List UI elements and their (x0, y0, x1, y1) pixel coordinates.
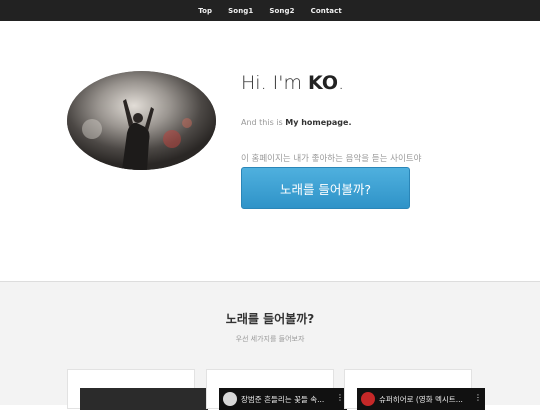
nav-link-top[interactable]: Top (190, 7, 220, 15)
nav-link-contact[interactable]: Contact (303, 7, 350, 15)
songs-section: 노래를 들어볼까? 우선 세가지를 들어보자 장범준 흔들리는 꽃들 속... … (0, 282, 540, 410)
hero-subtitle: And this is My homepage. (241, 118, 351, 127)
hero-title-prefix: Hi. I'm (241, 72, 309, 94)
video-embed-3[interactable]: 슈퍼히어로 (영화 멕시트... ⋮ (357, 388, 485, 410)
more-options-icon[interactable]: ⋮ (336, 393, 344, 402)
top-nav: Top Song1 Song2 Contact (0, 0, 540, 21)
nav-link-song2[interactable]: Song2 (261, 7, 302, 15)
songs-section-subtitle: 우선 세가지를 들어보자 (235, 335, 305, 343)
hero-subtitle-strong: My homepage. (285, 118, 352, 127)
video-embed-1[interactable] (80, 388, 208, 410)
hero-description: 이 홈페이지는 내가 좋아하는 음악을 듣는 사이트야 (241, 154, 422, 164)
songs-section-title: 노래를 들어볼까? (225, 312, 315, 326)
song-card-2: 장범준 흔들리는 꽃들 속... ⋮ (206, 369, 347, 410)
listen-button[interactable]: 노래를 들어볼까? (241, 167, 410, 209)
avatar (67, 71, 216, 170)
video-title-2: 장범준 흔들리는 꽃들 속... (241, 395, 325, 404)
channel-avatar-icon (361, 392, 375, 406)
hero-title-suffix: . (338, 72, 345, 94)
hero-section: Hi. I'm KO. And this is My homepage. 이 홈… (0, 21, 540, 281)
more-options-icon[interactable]: ⋮ (474, 393, 482, 402)
nav-link-song1[interactable]: Song1 (220, 7, 261, 15)
hero-subtitle-prefix: And this is (241, 118, 286, 127)
song-card-1 (67, 369, 208, 410)
hero-title-name: KO (308, 72, 339, 94)
video-title-3: 슈퍼히어로 (영화 멕시트... (379, 395, 463, 404)
hero-title: Hi. I'm KO. (241, 72, 344, 95)
concert-photo-image (67, 71, 216, 170)
video-embed-2[interactable]: 장범준 흔들리는 꽃들 속... ⋮ (219, 388, 347, 410)
song-card-3: 슈퍼히어로 (영화 멕시트... ⋮ (344, 369, 485, 410)
channel-avatar-icon (223, 392, 237, 406)
